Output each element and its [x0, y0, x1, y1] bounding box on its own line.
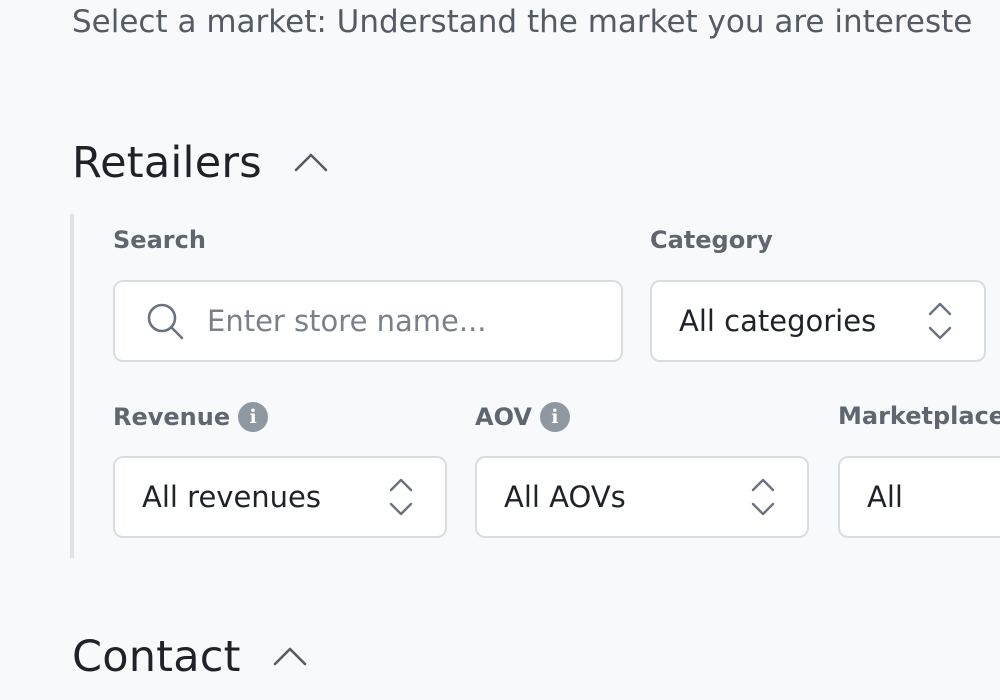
page: Select a market: Understand the market y…: [0, 0, 1000, 700]
marketplace-select-value: All: [867, 480, 903, 514]
search-label: Search: [113, 226, 206, 254]
category-label: Category: [650, 226, 773, 254]
aov-label-text: AOV: [475, 403, 532, 431]
up-down-chevron-icon: [751, 477, 775, 517]
intro-text: Select a market: Understand the market y…: [72, 4, 973, 40]
revenue-label: Revenue i: [113, 402, 269, 432]
retailers-title: Retailers: [72, 138, 262, 188]
chevron-up-icon[interactable]: [273, 640, 307, 674]
aov-label: AOV i: [475, 402, 570, 432]
aov-select-value: All AOVs: [504, 480, 626, 514]
marketplace-label: Marketplace: [838, 402, 1000, 430]
search-field[interactable]: [113, 280, 623, 362]
revenue-select[interactable]: All revenues: [113, 456, 447, 538]
retailers-section-header[interactable]: Retailers: [72, 138, 328, 188]
up-down-chevron-icon: [389, 477, 413, 517]
info-icon[interactable]: i: [539, 402, 570, 432]
marketplace-select[interactable]: All: [838, 456, 1000, 538]
contact-section-header[interactable]: Contact: [72, 632, 307, 682]
contact-title: Contact: [72, 632, 241, 682]
category-select[interactable]: All categories: [650, 280, 986, 362]
search-input[interactable]: [207, 304, 587, 338]
search-icon: [145, 301, 185, 341]
aov-select[interactable]: All AOVs: [475, 456, 809, 538]
info-icon[interactable]: i: [238, 402, 269, 432]
revenue-label-text: Revenue: [113, 403, 231, 431]
retailers-filter-panel: Search Category All categories Revenue i…: [70, 214, 1000, 558]
up-down-chevron-icon: [928, 301, 952, 341]
revenue-select-value: All revenues: [142, 480, 322, 514]
chevron-up-icon[interactable]: [294, 146, 328, 180]
category-select-value: All categories: [679, 304, 877, 338]
